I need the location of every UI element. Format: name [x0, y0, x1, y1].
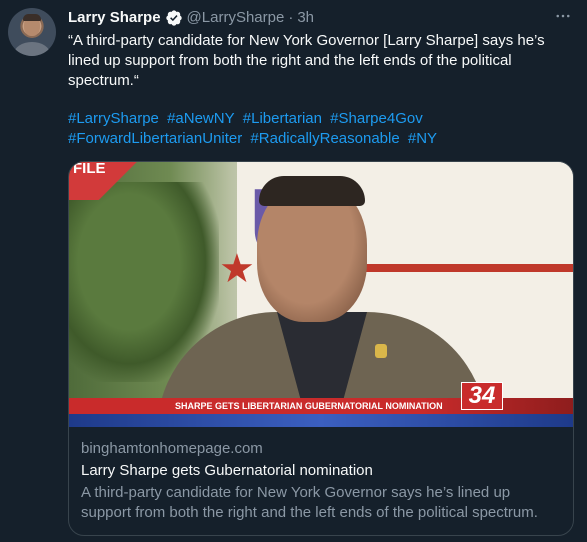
author-name[interactable]: Larry Sharpe [68, 9, 161, 26]
verified-badge-icon [165, 9, 183, 27]
image-person-hair [259, 176, 365, 206]
avatar-shoulders [14, 42, 50, 56]
author-handle[interactable]: @LarrySharpe [187, 9, 285, 26]
tweet-text: “A third-party candidate for New York Go… [68, 32, 545, 89]
image-banner-star: ★ [219, 247, 255, 291]
channel-logo: 34 [461, 382, 503, 410]
hashtag-link[interactable]: #ForwardLibertarianUniter [68, 130, 242, 147]
hashtag-link[interactable]: #Sharpe4Gov [330, 110, 423, 127]
tweet-header: Larry Sharpe @LarrySharpe · 3h [68, 8, 314, 27]
more-horizontal-icon[interactable] [551, 6, 575, 26]
news-chyron-bar [69, 414, 573, 427]
card-image[interactable]: UI ★ E FILE SHARPE GETS LIBERTARIAN GUBE… [69, 162, 573, 427]
hashtag-list: #LarrySharpe #aNewNY #Libertarian #Sharp… [68, 109, 568, 149]
hashtag-link[interactable]: #aNewNY [167, 110, 235, 127]
avatar-hair [23, 14, 41, 21]
card-meta[interactable]: binghamtonhomepage.com Larry Sharpe gets… [69, 427, 573, 523]
tweet-timestamp[interactable]: 3h [297, 9, 314, 26]
hashtag-link[interactable]: #NY [408, 130, 437, 147]
header-separator: · [288, 9, 294, 26]
image-lapel-pin [375, 344, 387, 358]
link-preview-card[interactable]: UI ★ E FILE SHARPE GETS LIBERTARIAN GUBE… [68, 161, 574, 536]
author-avatar[interactable] [8, 8, 56, 56]
file-tag: FILE [69, 162, 143, 200]
hashtag-link[interactable]: #Libertarian [243, 110, 322, 127]
hashtag-link[interactable]: #RadicallyReasonable [250, 130, 399, 147]
card-domain: binghamtonhomepage.com [81, 440, 263, 457]
card-description: A third-party candidate for New York Gov… [81, 484, 538, 521]
hashtag-link[interactable]: #LarrySharpe [68, 110, 159, 127]
card-title: Larry Sharpe gets Gubernatorial nominati… [81, 462, 373, 479]
